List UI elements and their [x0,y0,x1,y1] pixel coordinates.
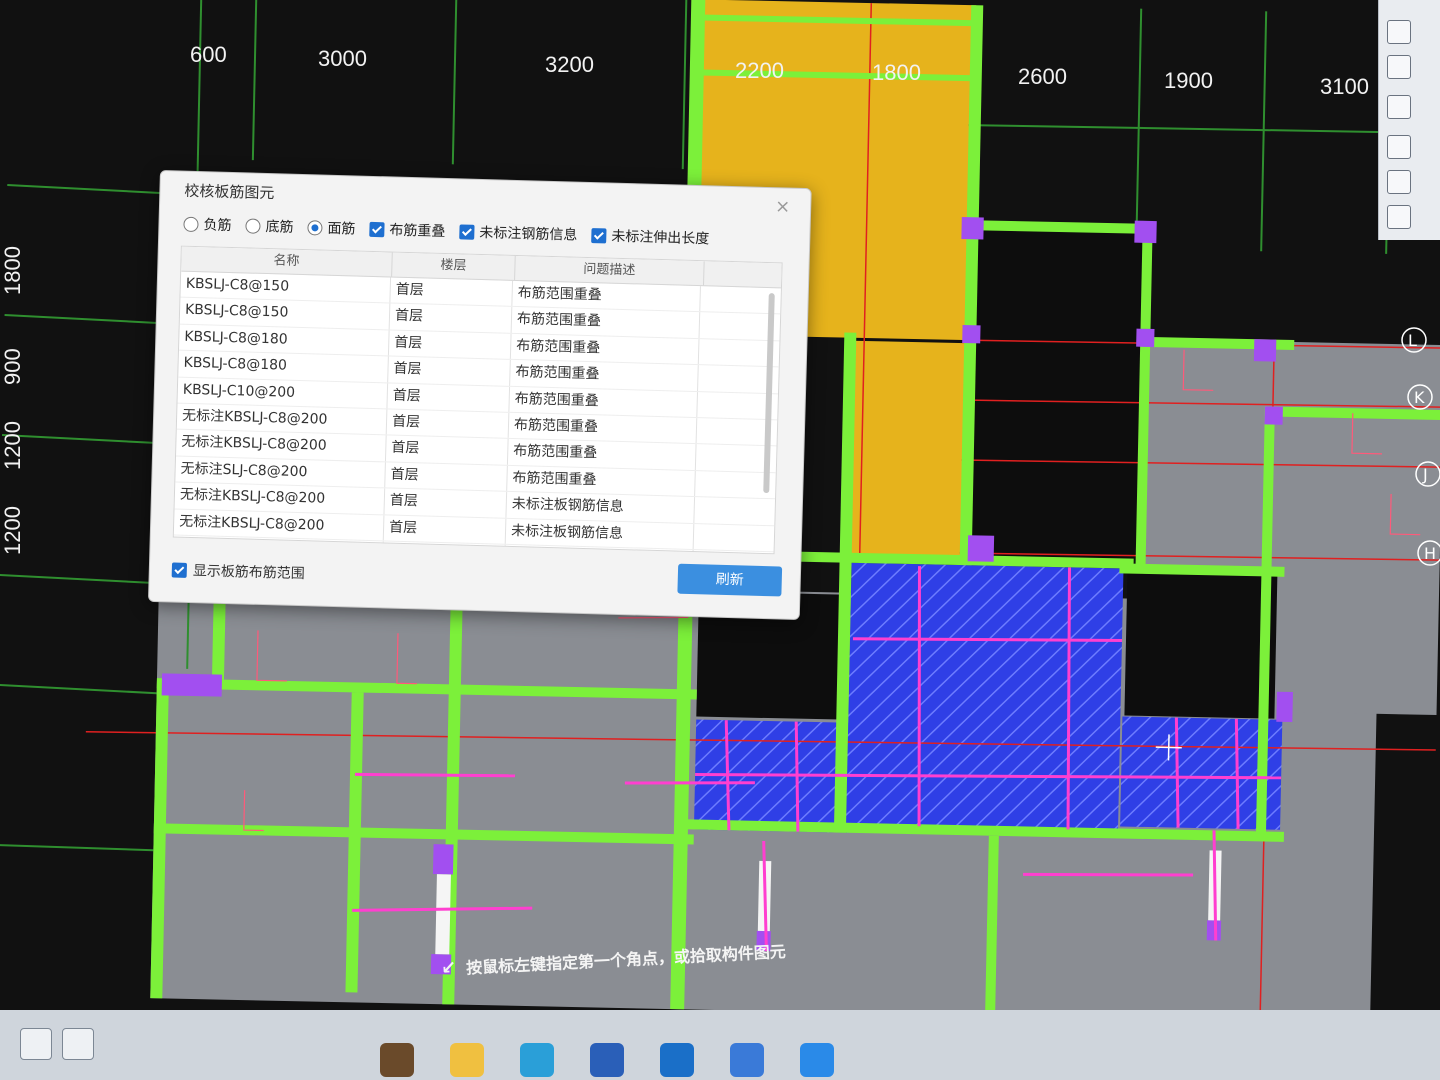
radio-label: 底筋 [265,218,294,236]
cell-floor: 首层 [385,435,509,465]
show-range-option[interactable]: 显示板筋布筋范围 [171,559,306,583]
cell-floor: 首层 [383,514,507,544]
cell-issue: 布筋范围重叠 [511,307,701,338]
checkbox-overlap[interactable]: 布筋重叠 [369,219,446,241]
axis-label: H [1424,544,1436,563]
opening [1124,570,1278,719]
dim-label: 2600 [1018,64,1067,89]
dim-label: 3100 [1320,74,1369,99]
filter-options: 负筋 底筋 面筋 布筋重叠 未标注钢筋信息 未标注伸出长度 [183,214,710,249]
taskbar [380,1040,900,1080]
dim-label: 2200 [735,58,784,83]
dim-label: 3200 [545,52,594,77]
cell-floor: 首层 [389,303,513,333]
checkbox-checked-icon[interactable] [369,221,385,237]
checkbox-checked-icon[interactable] [591,227,607,243]
cell-issue: 布筋范围重叠 [508,412,698,444]
cad-viewport[interactable]: 600 3000 3200 2200 1800 2600 1900 3100 1… [0,0,1440,1080]
cell-floor: 首层 [386,409,510,439]
slab-yellow-mid [847,340,971,564]
cube-icon[interactable] [1387,55,1411,79]
radio-label: 面筋 [327,220,356,238]
checkbox-label: 未标注钢筋信息 [479,224,578,244]
browser-icon[interactable] [520,1043,554,1077]
cell-floor: 首层 [388,356,511,386]
cell-issue: 未标注板钢筋信息 [506,491,696,523]
axis-label: J [1422,465,1428,484]
folder-icon[interactable] [450,1043,484,1077]
view-cube-icon[interactable] [1387,20,1411,44]
cell-floor: 首层 [383,541,506,555]
dim-label: 1800 [872,60,921,85]
table-body: KBSLJ-C8@150 首层 布筋范围重叠 KBSLJ-C8@150 首层 布筋范围重叠… [173,271,781,555]
box-icon[interactable] [1387,95,1411,119]
show-range-label: 显示板筋布筋范围 [192,563,305,583]
dim-label: 600 [190,42,227,67]
cell-issue: 布筋范围重叠 [507,465,696,497]
check-slab-rebar-dialog: 校核板筋图元 × 负筋 底筋 面筋 布筋重叠 未标注钢筋信息 未标注伸出长度 名… [147,170,812,621]
dim-label: 900 [0,348,25,385]
cell-issue: 布筋范围重叠 [510,360,699,391]
radio-icon[interactable] [183,216,199,232]
opening [967,227,1145,561]
dim-label: 1200 [0,421,25,470]
radio-bottom-rebar[interactable]: 底筋 [245,215,294,236]
dim-label: 1200 [0,506,25,555]
close-icon[interactable]: × [775,196,791,217]
dim-label: 1900 [1164,68,1213,93]
checkbox-label: 未标注伸出长度 [611,228,710,248]
dim-label: 1800 [0,246,25,295]
right-toolbar [1378,0,1440,240]
cell-floor: 首层 [388,330,512,360]
prompt-arrow-icon: ↙ [440,956,457,979]
list-icon[interactable] [1387,205,1411,229]
dell-icon[interactable] [660,1043,694,1077]
checkbox-checked-icon[interactable] [171,561,188,578]
results-table[interactable]: 名称 楼层 问题描述 KBSLJ-C8@150 首层 布筋范围重叠 KBSLJ-C8@… [172,245,783,555]
checkbox-missing-info[interactable]: 未标注钢筋信息 [459,221,578,244]
cell-issue: 未标注板钢筋信息 [505,518,695,549]
arc-icon[interactable] [62,1028,94,1060]
refresh-button[interactable]: 刷新 [677,563,783,597]
checkbox-label: 布筋重叠 [389,222,446,240]
column-header-floor[interactable]: 楼层 [392,252,516,280]
snap-icon[interactable] [20,1028,52,1060]
app-icon[interactable] [380,1043,414,1077]
cell-floor: 首层 [384,488,508,518]
cell-issue: 布筋范围重叠 [509,386,699,418]
cell-issue: 布筋范围重叠 [510,333,700,365]
axis-label: L [1408,331,1417,350]
slab-selected-hatch [846,562,1124,831]
cell-floor: 首层 [385,462,508,491]
cell-issue: 布筋范围重叠 [512,280,701,312]
select-icon[interactable] [1387,135,1411,159]
cell-floor: 首层 [390,277,514,307]
dialog-title: 校核板筋图元 [184,181,275,203]
checkbox-checked-icon[interactable] [459,223,475,240]
radio-icon[interactable] [245,217,261,234]
dim-label: 3000 [318,46,367,71]
left-dimensions: 1800 900 1200 1200 [0,246,25,555]
cell-floor: 首层 [387,383,511,412]
layer-icon[interactable] [1387,170,1411,194]
radio-top-rebar[interactable]: 面筋 [307,217,356,238]
store-icon[interactable] [590,1043,624,1077]
radio-negative-rebar[interactable]: 负筋 [183,214,232,235]
radio-selected-icon[interactable] [307,219,323,236]
radio-label: 负筋 [203,217,232,235]
checkbox-missing-length[interactable]: 未标注伸出长度 [591,225,710,248]
axis-label: K [1414,388,1425,407]
text-app-icon[interactable] [800,1043,834,1077]
glodon-icon[interactable] [730,1043,764,1077]
cell-issue: 布筋范围重叠 [507,439,697,470]
